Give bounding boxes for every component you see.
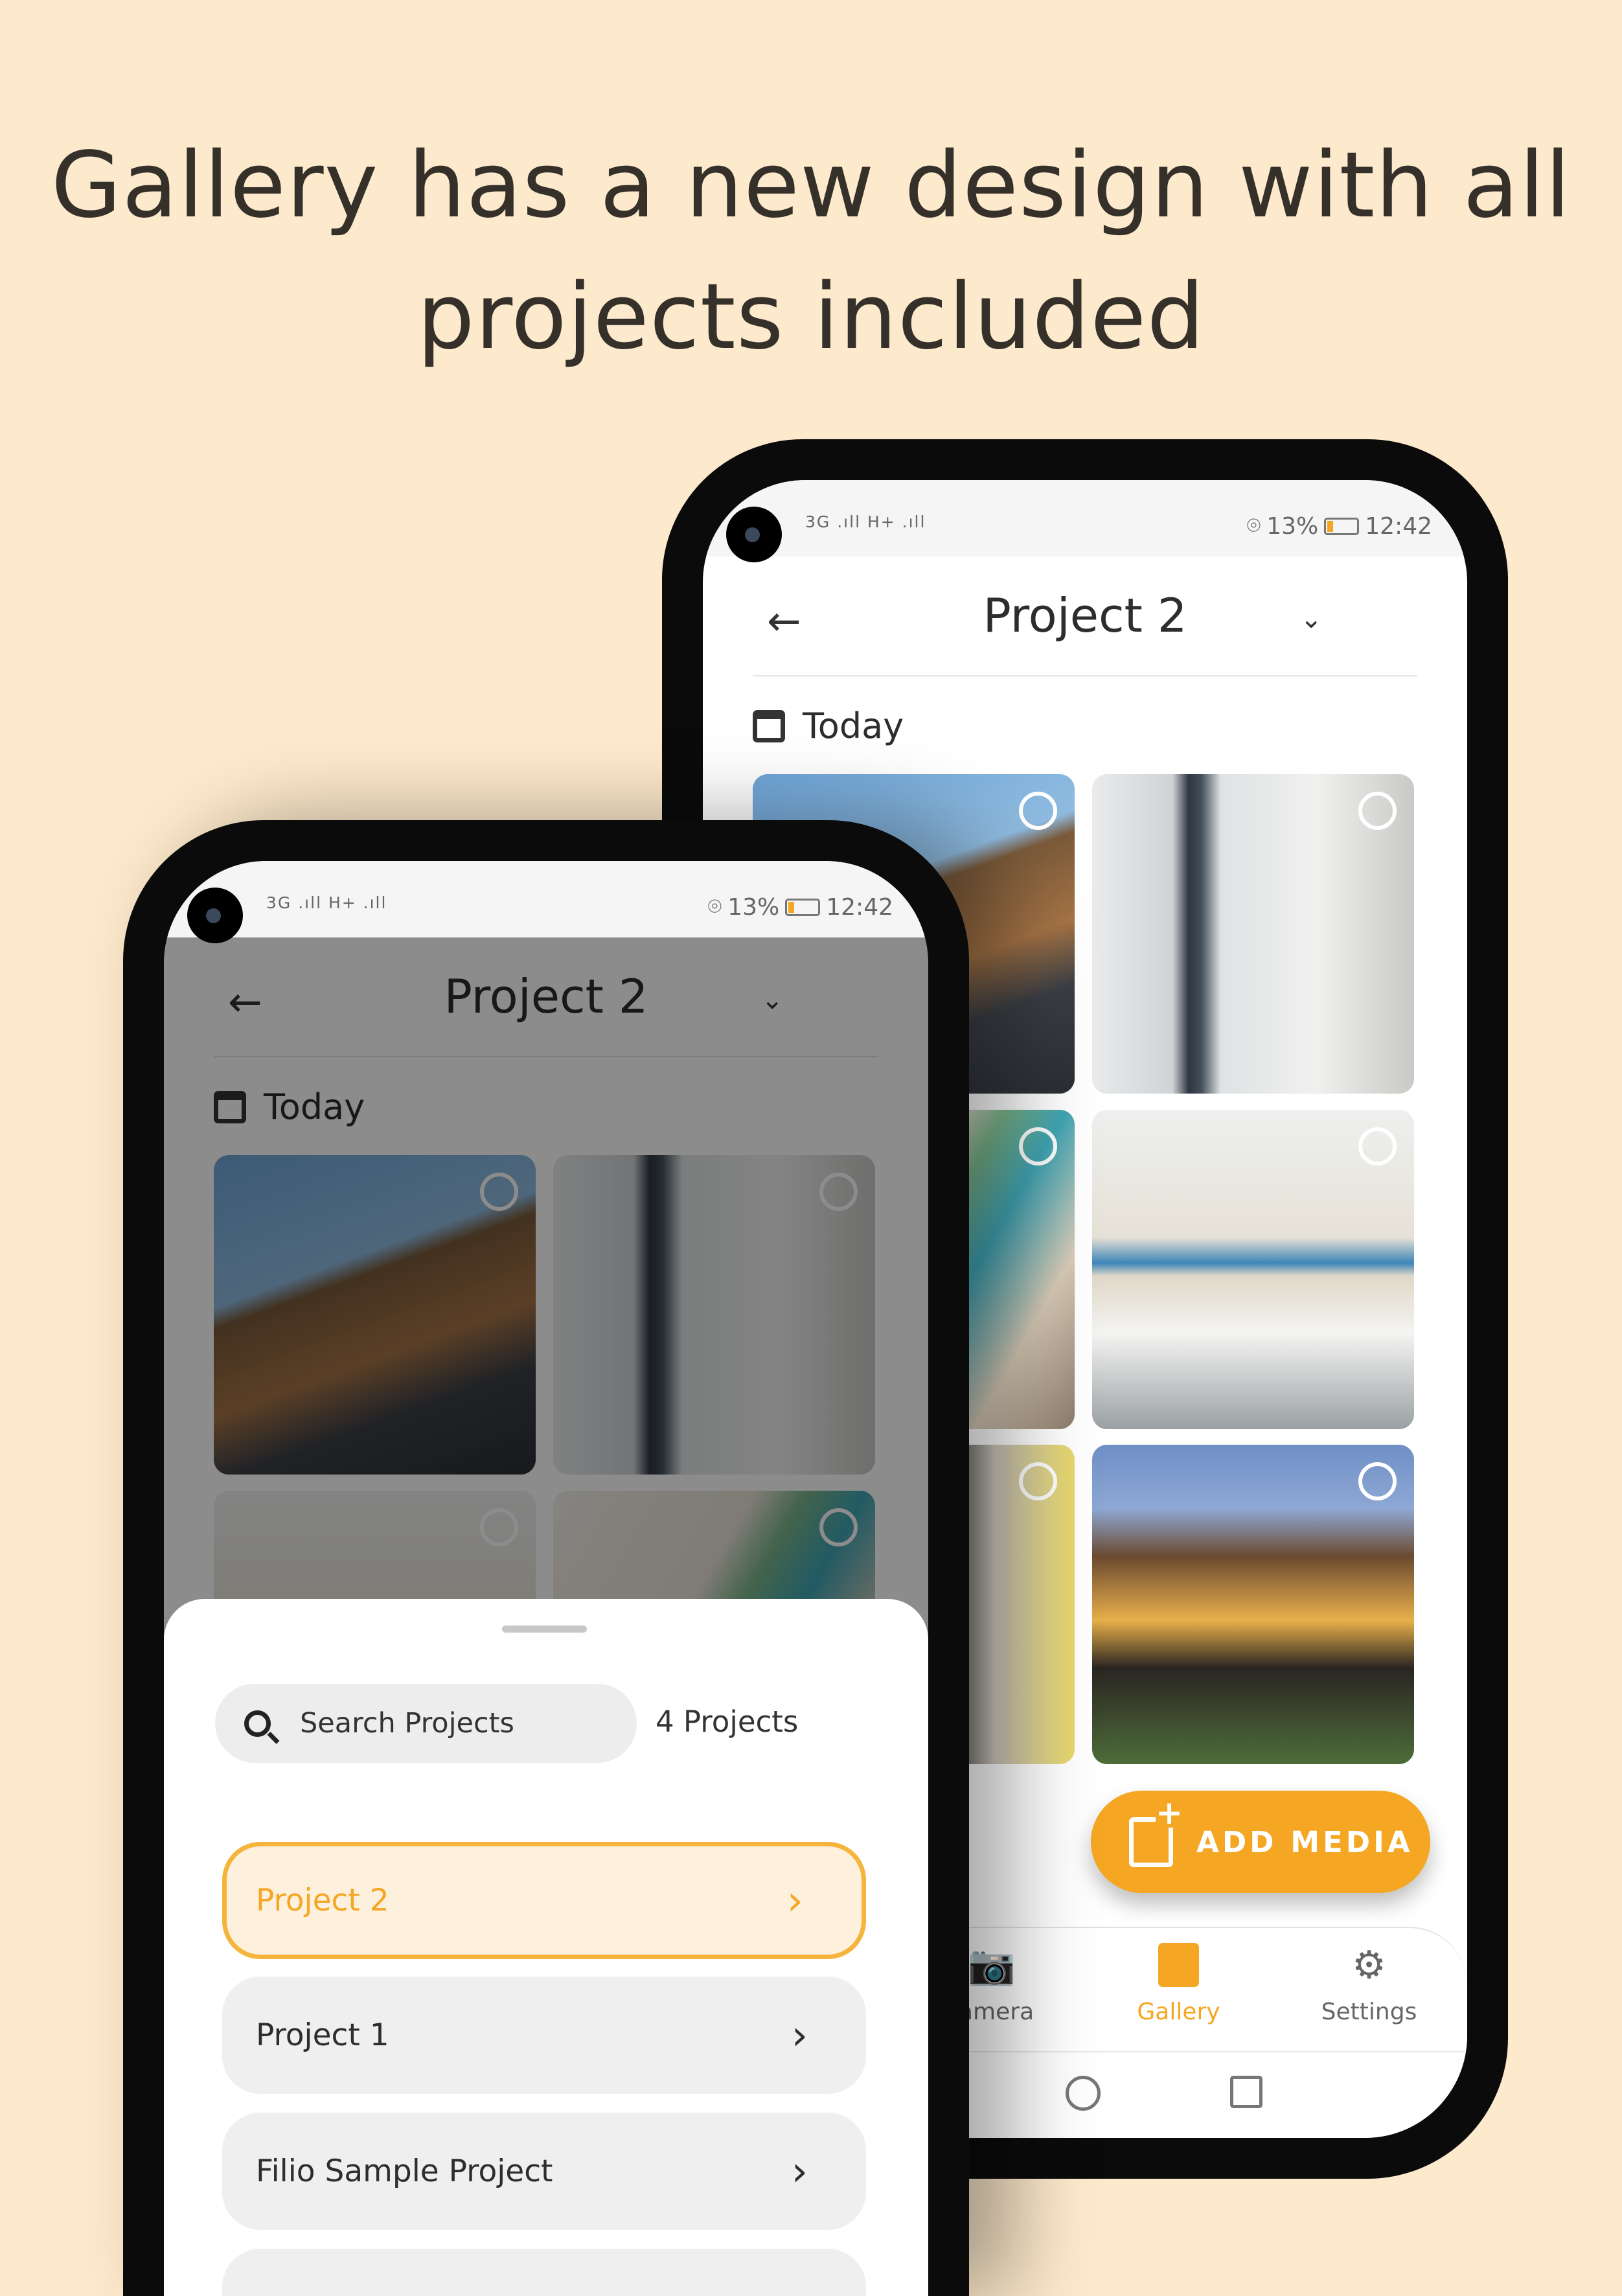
nav-label: Gallery [1137, 1999, 1220, 2025]
select-circle[interactable] [1019, 792, 1057, 830]
select-circle[interactable] [1358, 1127, 1397, 1165]
project-sheet: Search Projects 4 Projects Project 2 › Pr… [164, 1599, 928, 2296]
search-input[interactable]: Search Projects [215, 1684, 637, 1763]
section-today: Today [753, 706, 904, 746]
status-bar: 3G .ıll H+ .ıll ⌾ 13% 12:42 [164, 861, 928, 943]
drag-handle[interactable] [502, 1625, 587, 1633]
gear-icon: ⚙ [1352, 1942, 1386, 1987]
chevron-right-icon: › [786, 1877, 803, 1924]
project-name: Project 2 [256, 1883, 389, 1918]
photo-tile[interactable] [1092, 1110, 1414, 1429]
nav-settings[interactable]: ⚙ Settings [1281, 1942, 1457, 2026]
select-circle[interactable] [1019, 1462, 1057, 1500]
project-item[interactable]: Project 1 › [222, 1977, 866, 2094]
battery-icon [785, 898, 821, 916]
front-camera [726, 507, 782, 562]
phone-project-picker: 3G .ıll H+ .ıll ⌾ 13% 12:42 ← Project 2 … [123, 820, 969, 2296]
headline-line-1: Gallery has a new design with all [51, 133, 1571, 238]
page-title[interactable]: Project 2 [703, 588, 1467, 643]
project-item[interactable]: Filio Sample Project › [222, 2113, 866, 2230]
screen: 3G .ıll H+ .ıll ⌾ 13% 12:42 ← Project 2 … [164, 861, 928, 2296]
add-photo-icon [1129, 1798, 1186, 1867]
battery-percent: 13% [1266, 512, 1319, 540]
project-item[interactable] [222, 2249, 866, 2296]
select-circle[interactable] [1358, 1462, 1397, 1500]
section-label: Today [803, 706, 904, 746]
clock: 12:42 [1365, 512, 1432, 540]
project-count: 4 Projects [656, 1705, 799, 1739]
add-media-label: ADD MEDIA [1196, 1824, 1413, 1859]
photo-tile[interactable] [1092, 1445, 1414, 1764]
recents-button[interactable] [1230, 2076, 1262, 2108]
headline: Gallery has a new design with all projec… [0, 120, 1622, 383]
headline-line-2: projects included [417, 264, 1205, 370]
search-placeholder: Search Projects [300, 1707, 514, 1739]
add-media-button[interactable]: ADD MEDIA [1091, 1791, 1430, 1893]
nav-gallery[interactable]: Gallery [1091, 1943, 1266, 2025]
chevron-right-icon: › [791, 2012, 808, 2059]
photo-tile[interactable] [1092, 774, 1414, 1094]
project-item[interactable]: Project 2 › [222, 1842, 866, 1959]
battery-percent: 13% [727, 893, 780, 921]
location-icon: ⌾ [707, 893, 722, 920]
divider [753, 675, 1417, 676]
search-icon [244, 1710, 271, 1737]
gallery-icon [1158, 1943, 1199, 1987]
battery-icon [1324, 517, 1360, 535]
signal-icons: 3G .ıll H+ .ıll [805, 512, 926, 531]
chevron-down-icon[interactable]: ⌄ [1300, 603, 1322, 634]
status-bar: 3G .ıll H+ .ıll ⌾ 13% 12:42 [703, 480, 1467, 562]
camera-icon: 📷 [968, 1942, 1016, 1987]
front-camera [187, 888, 243, 943]
signal-icons: 3G .ıll H+ .ıll [266, 893, 387, 912]
select-circle[interactable] [1358, 792, 1397, 830]
clock: 12:42 [826, 893, 893, 921]
chevron-right-icon: › [791, 2148, 808, 2195]
nav-label: Settings [1321, 1999, 1417, 2025]
project-name: Filio Sample Project [256, 2153, 553, 2189]
select-circle[interactable] [1019, 1127, 1057, 1165]
project-name: Project 1 [256, 2017, 389, 2053]
home-button[interactable] [1066, 2076, 1101, 2111]
location-icon: ⌾ [1246, 512, 1261, 539]
calendar-icon [753, 709, 785, 742]
